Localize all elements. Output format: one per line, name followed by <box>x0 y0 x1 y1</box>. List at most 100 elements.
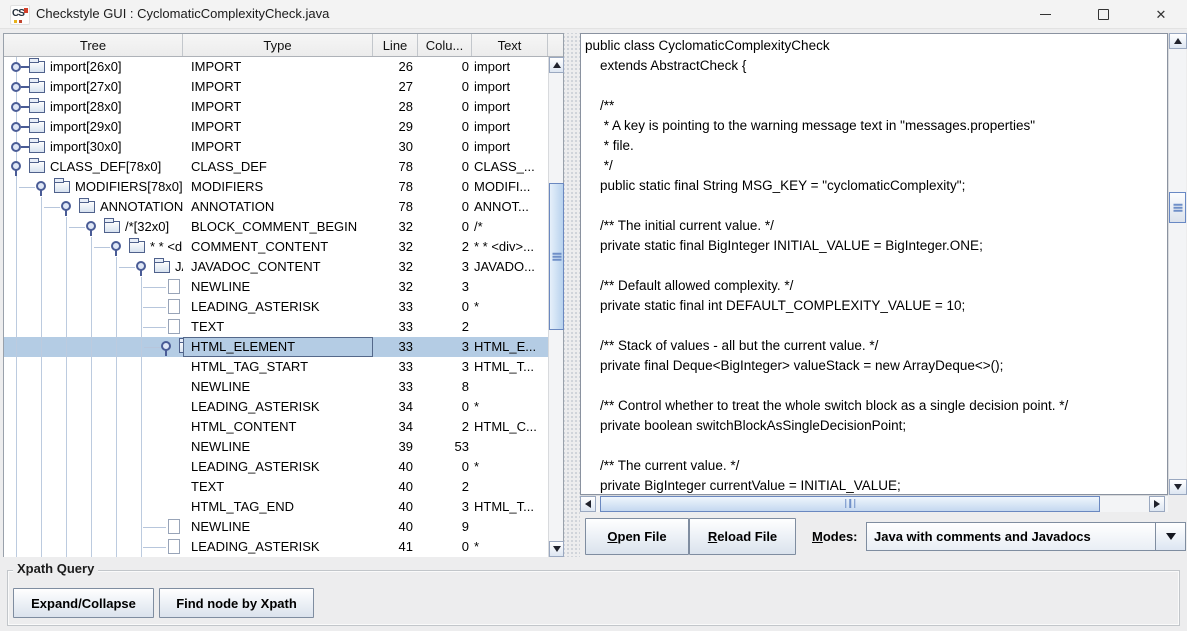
tree-node-label: import[28x0] <box>50 97 122 117</box>
source-code-view[interactable]: public class CyclomaticComplexityCheck e… <box>580 33 1168 495</box>
tree-node-label: import[27x0] <box>50 77 122 97</box>
table-row[interactable]: import[28x0]IMPORT280import <box>4 97 548 117</box>
code-line: /** Control whether to treat the whole s… <box>585 396 1167 416</box>
line-cell: 78 <box>373 177 418 197</box>
scroll-left-button[interactable] <box>580 496 596 512</box>
scrollbar-thumb[interactable] <box>1169 192 1186 223</box>
table-row[interactable]: TEXT402 <box>4 477 548 497</box>
scroll-up-button[interactable] <box>549 57 564 73</box>
tree-cell <box>4 517 183 537</box>
minimize-button[interactable] <box>1022 0 1068 28</box>
table-row[interactable]: ANNOTATION[78x0]ANNOTATION780ANNOT... <box>4 197 548 217</box>
table-row[interactable]: NEWLINE323 <box>4 277 548 297</box>
table-vertical-scrollbar[interactable] <box>548 57 563 557</box>
code-line <box>585 376 1167 396</box>
column-header-tree[interactable]: Tree <box>4 34 183 56</box>
tree-connector <box>143 287 166 288</box>
expand-handle-collapsed-icon[interactable] <box>11 122 21 132</box>
table-row[interactable]: HTML_TAG_START333HTML_T... <box>4 357 548 377</box>
table-row[interactable]: import[26x0]IMPORT260import <box>4 57 548 77</box>
scroll-up-button[interactable] <box>1169 33 1187 49</box>
line-cell: 30 <box>373 137 418 157</box>
folder-icon <box>29 161 45 173</box>
scroll-down-button[interactable] <box>1169 479 1187 495</box>
type-cell: COMMENT_CONTENT <box>183 237 373 257</box>
expand-handle-collapsed-icon[interactable] <box>11 62 21 72</box>
table-row[interactable]: HTML_ELEMENT333HTML_E... <box>4 337 548 357</box>
column-cell: 0 <box>418 197 472 217</box>
tree-connector <box>143 307 166 308</box>
table-row[interactable]: MODIFIERS[78x0]MODIFIERS780MODIFI... <box>4 177 548 197</box>
line-cell: 27 <box>373 77 418 97</box>
expand-handle-collapsed-icon[interactable] <box>11 82 21 92</box>
table-row[interactable]: NEWLINE3953 <box>4 437 548 457</box>
code-vertical-scrollbar[interactable] <box>1168 33 1186 495</box>
table-row[interactable]: import[29x0]IMPORT290import <box>4 117 548 137</box>
table-row[interactable]: JAVADOC_CONTENTJAVADOC_CONTENT323JAVADO.… <box>4 257 548 277</box>
open-file-button[interactable]: Open File <box>585 518 689 555</box>
code-line <box>585 316 1167 336</box>
scroll-right-button[interactable] <box>1149 496 1165 512</box>
scroll-down-button[interactable] <box>549 541 564 557</box>
close-button[interactable]: ✕ <box>1138 0 1184 28</box>
table-row[interactable]: CLASS_DEF[78x0]CLASS_DEF780CLASS_... <box>4 157 548 177</box>
tree-guide-line <box>41 477 42 497</box>
column-header-text[interactable]: Text <box>472 34 548 56</box>
tree-guide-line <box>16 517 17 537</box>
column-header-column[interactable]: Colu... <box>418 34 472 56</box>
table-row[interactable]: LEADING_ASTERISK340* <box>4 397 548 417</box>
text-cell <box>472 377 548 397</box>
mode-select[interactable]: Java with comments and Javadocs <box>866 522 1186 551</box>
type-cell: HTML_CONTENT <box>183 417 373 437</box>
expand-handle-collapsed-icon[interactable] <box>11 142 21 152</box>
combo-dropdown-button[interactable] <box>1155 523 1185 550</box>
title-bar[interactable]: CS Checkstyle GUI : CyclomaticComplexity… <box>0 0 1187 29</box>
table-row[interactable]: import[30x0]IMPORT300import <box>4 137 548 157</box>
splitpane-divider[interactable] <box>564 33 580 557</box>
text-cell: import <box>472 137 548 157</box>
source-code-text: public class CyclomaticComplexityCheck e… <box>581 34 1167 495</box>
tree-guide-line <box>116 417 117 437</box>
expand-collapse-button[interactable]: Expand/Collapse <box>13 588 154 618</box>
expand-handle-collapsed-icon[interactable] <box>11 102 21 112</box>
scrollbar-thumb[interactable] <box>600 496 1100 512</box>
tree-guide-line <box>116 257 117 277</box>
tree-cell: import[28x0] <box>4 97 183 117</box>
code-line: * A key is pointing to the warning messa… <box>585 116 1167 136</box>
text-cell: import <box>472 77 548 97</box>
tree-guide-line <box>141 337 142 357</box>
tree-cell: ANNOTATION[78x0] <box>4 197 183 217</box>
scrollbar-thumb[interactable] <box>549 183 564 330</box>
column-header-type[interactable]: Type <box>183 34 373 56</box>
column-cell: 2 <box>418 317 472 337</box>
table-row[interactable]: HTML_CONTENT342HTML_C... <box>4 417 548 437</box>
table-row[interactable]: NEWLINE409 <box>4 517 548 537</box>
code-horizontal-scrollbar[interactable] <box>580 495 1168 512</box>
table-row[interactable]: LEADING_ASTERISK330* <box>4 297 548 317</box>
leaf-node-icon <box>168 299 180 314</box>
type-cell: HTML_TAG_START <box>183 357 373 377</box>
table-row[interactable]: HTML_TAG_END403HTML_T... <box>4 497 548 517</box>
maximize-button[interactable] <box>1080 0 1126 28</box>
table-row[interactable]: NEWLINE338 <box>4 377 548 397</box>
line-cell: 78 <box>373 197 418 217</box>
column-header-line[interactable]: Line <box>373 34 418 56</box>
type-cell: HTML_TAG_END <box>183 497 373 517</box>
table-row[interactable]: TEXT332 <box>4 317 548 337</box>
table-row[interactable]: * * <div>COMMENT_CONTENT322* * <div>... <box>4 237 548 257</box>
folder-icon <box>29 61 45 73</box>
find-node-by-xpath-button[interactable]: Find node by Xpath <box>159 588 314 618</box>
tree-guide-line <box>66 237 67 257</box>
table-row[interactable]: LEADING_ASTERISK410* <box>4 537 548 557</box>
text-cell: * <box>472 457 548 477</box>
column-cell: 0 <box>418 537 472 557</box>
line-cell: 28 <box>373 97 418 117</box>
table-row[interactable]: import[27x0]IMPORT270import <box>4 77 548 97</box>
table-row[interactable]: LEADING_ASTERISK400* <box>4 457 548 477</box>
tree-guide-line <box>91 517 92 537</box>
reload-file-button[interactable]: Reload File <box>689 518 796 555</box>
table-row[interactable]: /*[32x0]BLOCK_COMMENT_BEGIN320/* <box>4 217 548 237</box>
type-cell: TEXT <box>183 477 373 497</box>
tree-cell <box>4 417 183 437</box>
tree-cell <box>4 377 183 397</box>
